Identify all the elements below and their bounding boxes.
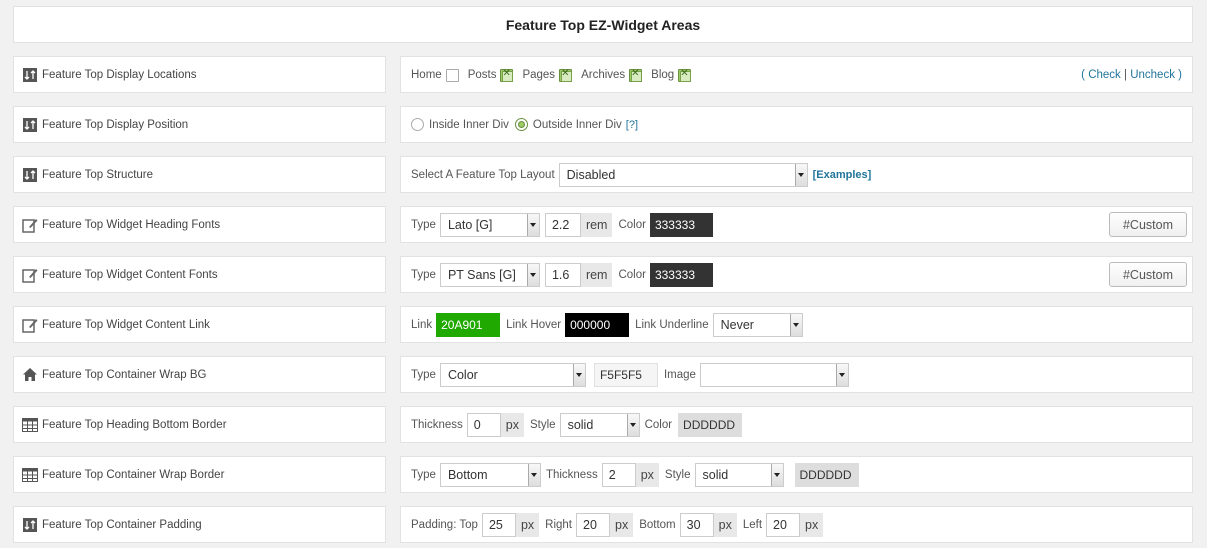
row-label-container-padding: Feature Top Container Padding — [13, 506, 386, 543]
content-custom-button[interactable]: #Custom — [1109, 262, 1187, 287]
inside-inner-div-label: Inside Inner Div — [429, 118, 509, 131]
posts-checkbox[interactable] — [500, 68, 514, 82]
check-all-link[interactable]: Check — [1088, 69, 1121, 81]
wrap-bg-color-input[interactable]: F5F5F5 — [593, 362, 658, 387]
home-checkbox[interactable] — [445, 69, 459, 82]
archives-label: Archives — [581, 68, 626, 81]
padding-left-input[interactable]: 20 — [766, 512, 801, 537]
padding-bottom-input[interactable]: 30 — [679, 512, 714, 537]
content-link-controls: Link 20A901 Link Hover 000000 Link Under… — [400, 306, 1193, 343]
chevron-down-icon — [626, 413, 639, 436]
heading-border-style-select[interactable]: solid — [559, 412, 640, 437]
chevron-down-icon — [835, 363, 848, 386]
heading-font-size-input[interactable]: 2.2 — [544, 212, 581, 237]
edit-icon — [22, 317, 38, 333]
pages-checkbox[interactable] — [559, 68, 573, 82]
grid-icon — [22, 467, 38, 483]
inside-inner-div-radio[interactable] — [411, 118, 424, 131]
wrap-border-controls: Type Bottom Thickness 2 px Style solid D… — [400, 456, 1193, 493]
heading-border-color-input[interactable]: DDDDDD — [678, 412, 743, 437]
link-color-input[interactable]: 20A901 — [436, 312, 501, 337]
uncheck-all-link[interactable]: Uncheck — [1130, 69, 1175, 81]
chevron-down-icon — [527, 463, 540, 486]
container-padding-controls: Padding: Top 25 px Right 20 px Bottom 30… — [400, 506, 1193, 543]
posts-label: Posts — [467, 68, 497, 81]
wrap-border-type-select[interactable]: Bottom — [439, 462, 541, 487]
grid-icon — [22, 417, 38, 433]
content-font-type-select[interactable]: PT Sans [G] — [439, 262, 540, 287]
layout-select[interactable]: Disabled — [558, 162, 808, 187]
wrap-bg-image-select[interactable] — [699, 362, 849, 387]
panel-title: Feature Top EZ-Widget Areas — [505, 16, 701, 33]
outside-inner-div-label: Outside Inner Div — [532, 118, 622, 131]
blog-checkbox[interactable] — [678, 68, 692, 82]
sort-arrows-icon — [22, 517, 38, 533]
row-label-wrap-border: Feature Top Container Wrap Border — [13, 456, 386, 493]
heading-border-thickness-input[interactable]: 0 — [466, 412, 501, 437]
display-locations-controls: Home Posts Pages Archives Blog ( Check |… — [400, 56, 1193, 93]
wrap-bg-type-select[interactable]: Color — [439, 362, 586, 387]
heading-border-controls: Thickness 0 px Style solid Color DDDDDD — [400, 406, 1193, 443]
home-icon — [22, 367, 38, 383]
wrap-border-color-input[interactable]: DDDDDD — [794, 462, 859, 487]
row-label-display-position: Feature Top Display Position — [13, 106, 386, 143]
pages-label: Pages — [522, 68, 556, 81]
sort-arrows-icon — [22, 117, 38, 133]
display-position-controls: Inside Inner Div Outside Inner Div [?] — [400, 106, 1193, 143]
wrap-border-style-select[interactable]: solid — [694, 462, 784, 487]
row-label-content-link: Feature Top Widget Content Link — [13, 306, 386, 343]
row-label-structure: Feature Top Structure — [13, 156, 386, 193]
edit-icon — [22, 217, 38, 233]
content-font-size-input[interactable]: 1.6 — [544, 262, 581, 287]
chevron-down-icon — [770, 463, 783, 486]
examples-link[interactable]: [Examples] — [813, 169, 872, 181]
chevron-down-icon — [526, 263, 539, 286]
link-underline-select[interactable]: Never — [712, 312, 803, 337]
padding-top-input[interactable]: 25 — [481, 512, 516, 537]
blog-label: Blog — [651, 68, 675, 81]
link-hover-color-input[interactable]: 000000 — [565, 312, 630, 337]
content-font-color-input[interactable]: 333333 — [649, 262, 713, 287]
row-label-heading-fonts: Feature Top Widget Heading Fonts — [13, 206, 386, 243]
position-help-link[interactable]: [?] — [626, 119, 638, 131]
check-uncheck-links: ( Check | Uncheck ) — [1081, 68, 1182, 81]
row-label-wrap-bg: Feature Top Container Wrap BG — [13, 356, 386, 393]
content-fonts-controls: Type PT Sans [G] 1.6 rem Color 333333 #C… — [400, 256, 1193, 293]
padding-right-input[interactable]: 20 — [576, 512, 610, 537]
edit-icon — [22, 267, 38, 283]
sort-arrows-icon — [22, 67, 38, 83]
chevron-down-icon — [572, 363, 585, 386]
structure-controls: Select A Feature Top Layout Disabled [Ex… — [400, 156, 1193, 193]
row-label-heading-border: Feature Top Heading Bottom Border — [13, 406, 386, 443]
outside-inner-div-radio[interactable] — [514, 118, 528, 131]
wrap-bg-controls: Type Color F5F5F5 Image — [400, 356, 1193, 393]
layout-select-label: Select A Feature Top Layout — [411, 168, 555, 181]
row-label-content-fonts: Feature Top Widget Content Fonts — [13, 256, 386, 293]
heading-font-color-input[interactable]: 333333 — [649, 212, 713, 237]
chevron-down-icon — [794, 163, 807, 186]
chevron-down-icon — [789, 313, 802, 336]
archives-checkbox[interactable] — [629, 68, 643, 82]
heading-font-type-select[interactable]: Lato [G] — [439, 212, 540, 237]
wrap-border-thickness-input[interactable]: 2 — [601, 462, 636, 487]
heading-custom-button[interactable]: #Custom — [1109, 212, 1187, 237]
home-label: Home — [411, 68, 442, 81]
row-label-display-locations: Feature Top Display Locations — [13, 56, 386, 93]
chevron-down-icon — [526, 213, 539, 236]
panel-title-bar: Feature Top EZ-Widget Areas — [13, 6, 1193, 43]
heading-fonts-controls: Type Lato [G] 2.2 rem Color 333333 #Cust… — [400, 206, 1193, 243]
sort-arrows-icon — [22, 167, 38, 183]
